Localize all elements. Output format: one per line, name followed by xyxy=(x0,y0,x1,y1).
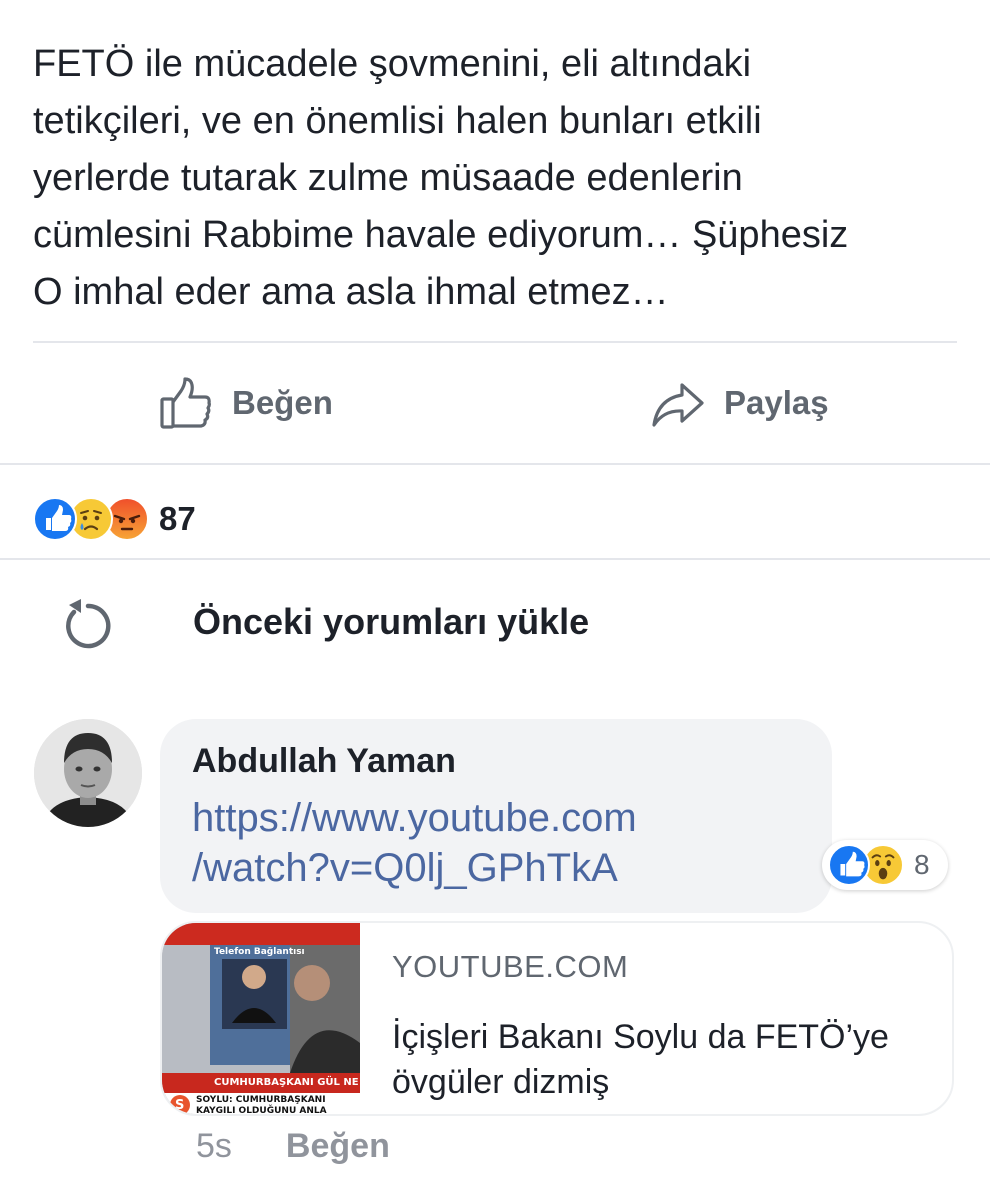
share-button[interactable]: Paylaş xyxy=(650,368,829,438)
video-thumbnail: Telefon Bağlantısı CUMHURBAŞKANI GÜL NE … xyxy=(162,923,360,1116)
avatar[interactable] xyxy=(34,719,142,827)
preview-title: İçişleri Bakanı Soylu da FETÖ’ye övgüler… xyxy=(392,1018,889,1101)
thumbnail-tag: Telefon Bağlantısı xyxy=(214,947,305,957)
like-icon xyxy=(33,497,77,541)
reaction-count: 87 xyxy=(159,500,196,537)
like-icon xyxy=(828,844,870,886)
thumbs-up-icon xyxy=(160,377,211,429)
post-reactions[interactable]: 87 xyxy=(33,496,196,542)
load-previous-comments[interactable]: Önceki yorumları yükle xyxy=(60,592,589,652)
preview-domain: YOUTUBE.COM xyxy=(392,949,629,984)
comment-meta: 5s Beğen xyxy=(196,1124,390,1168)
thumbnail-logo: S xyxy=(175,1098,185,1113)
comment-like-button[interactable]: Beğen xyxy=(286,1127,390,1166)
comment-author[interactable]: Abdullah Yaman xyxy=(192,741,800,781)
like-label: Beğen xyxy=(232,384,333,421)
thumbnail-banner: CUMHURBAŞKANI GÜL NE xyxy=(214,1077,359,1088)
comment-link[interactable]: https://www.youtube.com /watch?v=Q0lj_GP… xyxy=(192,793,752,893)
divider xyxy=(0,558,990,560)
reload-icon xyxy=(66,599,111,649)
share-arrow-icon xyxy=(652,383,704,427)
divider xyxy=(0,463,990,465)
thumbnail-ticker: SOYLU: CUMHURBAŞKANI xyxy=(196,1095,326,1105)
post-text: FETÖ ile mücadele şovmenini, eli altında… xyxy=(33,43,849,313)
load-previous-label: Önceki yorumları yükle xyxy=(193,601,590,642)
divider xyxy=(33,341,957,343)
comment-reactions[interactable]: 8 xyxy=(822,840,948,890)
thumbnail-ticker-2: KAYGILI OLDUĞUNU ANLA xyxy=(196,1106,327,1116)
link-preview-card[interactable]: Telefon Bağlantısı CUMHURBAŞKANI GÜL NE … xyxy=(160,921,954,1116)
like-button[interactable]: Beğen xyxy=(158,368,333,438)
share-label: Paylaş xyxy=(724,384,829,421)
comment-reaction-count: 8 xyxy=(914,849,930,880)
comment-bubble: Abdullah Yaman https://www.youtube.com /… xyxy=(160,719,832,913)
comment-time[interactable]: 5s xyxy=(196,1127,232,1166)
